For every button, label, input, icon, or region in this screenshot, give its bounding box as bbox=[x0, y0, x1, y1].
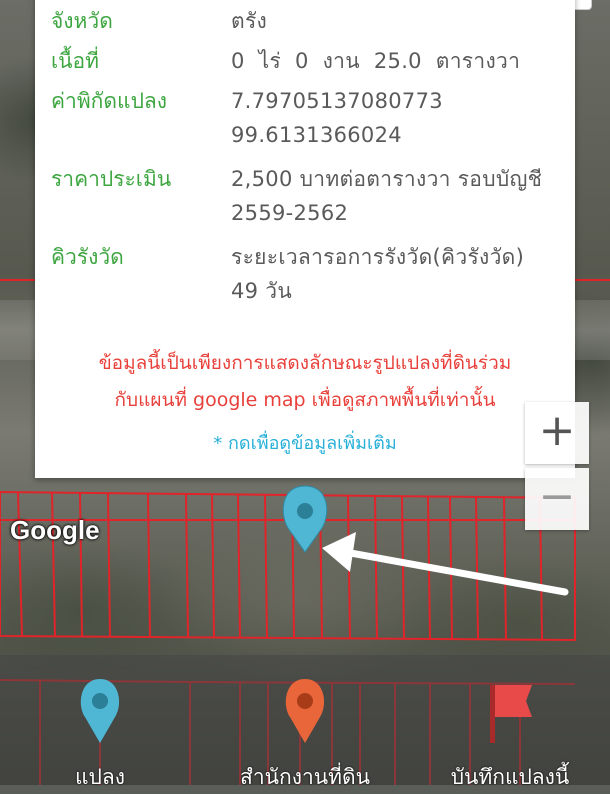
area-label: เนื้อที่ bbox=[51, 49, 99, 73]
disclaimer-line1: ข้อมูลนี้เป็นเพียงการแสดงลักษณะรูปแปลงที… bbox=[98, 352, 512, 374]
zoom-in-button[interactable]: + bbox=[525, 402, 589, 464]
queue-value: ระยะเวลารอการรังวัด(คิวรังวัด) 49 วัน bbox=[231, 240, 561, 308]
nav-save-parcel-label: บันทึกแปลงนี้ bbox=[450, 765, 570, 789]
parcel-info-popup: จังหวัด ตรัง เนื้อที่ 0 ไร่ 0 งาน 25.0 ต… bbox=[35, 0, 575, 478]
disclaimer-text: ข้อมูลนี้เป็นเพียงการแสดงลักษณะรูปแปลงที… bbox=[35, 345, 575, 419]
coords-lat: 7.79705137080773 bbox=[231, 89, 443, 113]
area-value: 0 ไร่ 0 งาน 25.0 ตารางวา bbox=[231, 49, 521, 73]
flag-icon bbox=[490, 685, 532, 743]
nav-land-office-label: สำนักงานที่ดิน bbox=[240, 765, 370, 789]
queue-label: คิวรังวัด bbox=[51, 245, 124, 269]
price-value: 2,500 บาทต่อตารางวา รอบบัญชี 2559-2562 bbox=[231, 162, 561, 230]
nav-parcel-label: แปลง bbox=[75, 765, 125, 789]
price-line2: 2559-2562 bbox=[231, 201, 349, 225]
google-logo: Google bbox=[10, 515, 100, 545]
nav-parcel-button[interactable]: แปลง bbox=[40, 655, 160, 789]
disclaimer-line2: กับแผนที่ google map เพื่อดูสภาพพื้นที่เ… bbox=[114, 389, 496, 411]
more-info-link[interactable]: * กดเพื่อดูข้อมูลเพิ่มเติม bbox=[35, 428, 575, 457]
queue-line1: ระยะเวลารอการรังวัด(คิวรังวัด) bbox=[231, 245, 525, 269]
coords-lng: 99.6131366024 bbox=[231, 123, 402, 147]
nav-save-parcel-button[interactable]: บันทึกแปลงนี้ bbox=[430, 655, 590, 789]
nav-land-office-button[interactable]: สำนักงานที่ดิน bbox=[220, 655, 390, 789]
coords-value: 7.79705137080773 99.6131366024 bbox=[231, 84, 561, 152]
province-label: จังหวัด bbox=[51, 9, 113, 33]
bottom-nav: แปลง สำนักงานที่ดิน บันทึกแปลงนี้ bbox=[0, 655, 610, 789]
marker-blue-icon bbox=[80, 679, 120, 743]
pointer-arrow bbox=[322, 532, 569, 596]
price-line1: 2,500 บาทต่อตารางวา รอบบัญชี bbox=[231, 167, 543, 191]
province-value: ตรัง bbox=[231, 9, 268, 33]
marker-orange-icon bbox=[285, 679, 325, 743]
price-label: ราคาประเมิน bbox=[51, 167, 172, 191]
queue-line2: 49 วัน bbox=[231, 279, 293, 303]
coords-label: ค่าพิกัดแปลง bbox=[51, 89, 168, 113]
zoom-out-button[interactable]: − bbox=[525, 468, 589, 530]
